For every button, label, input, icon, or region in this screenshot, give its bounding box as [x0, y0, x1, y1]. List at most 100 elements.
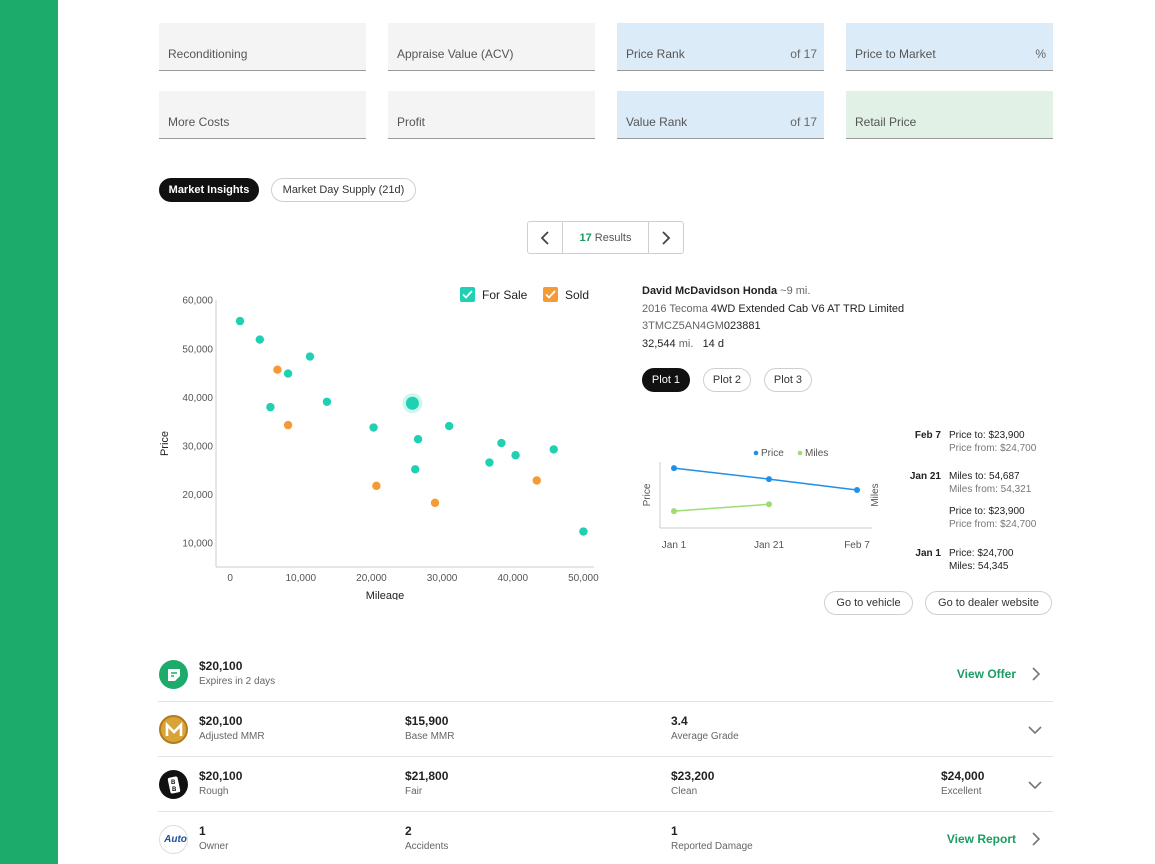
reconditioning-field[interactable]: Reconditioning — [159, 23, 366, 71]
results-number: 17 — [579, 231, 592, 244]
for-sale-point[interactable] — [549, 445, 558, 454]
appraise-value-field[interactable]: Appraise Value (ACV) — [388, 23, 595, 71]
offer-value: $20,100 — [199, 659, 243, 673]
x-tick-label: 30,000 — [427, 573, 458, 584]
legend-sold[interactable]: Sold — [543, 287, 589, 302]
price-point[interactable] — [854, 487, 860, 493]
profit-field[interactable]: Profit — [388, 91, 595, 139]
history-date: Feb 7 — [914, 430, 941, 441]
for-sale-point[interactable] — [413, 434, 423, 444]
chevron-right-icon[interactable] — [1029, 666, 1043, 682]
results-label: Results — [594, 231, 632, 244]
for-sale-point[interactable] — [235, 316, 245, 326]
plot-2-button[interactable]: Plot 2 — [703, 368, 751, 392]
base-mmr-cell: $15,900 Base MMR — [405, 714, 454, 744]
price-miles-line-chart: Jan 1 Jan 21 Feb 7 Price Miles Price Miles — [642, 448, 881, 551]
price-point[interactable] — [671, 465, 677, 472]
history-line: Price to: $23,900 — [949, 506, 1025, 517]
tab-market-day-supply[interactable]: Market Day Supply (21d) — [271, 178, 416, 202]
vin-suffix: 023881 — [723, 320, 761, 332]
selected-point[interactable] — [405, 396, 419, 410]
appraise-value-label: Appraise Value (ACV) — [397, 47, 514, 61]
value-rank-field[interactable]: Value Rank of 17 — [617, 91, 824, 139]
history-line: Price to: $23,900 — [949, 430, 1025, 441]
for-sale-point[interactable] — [411, 465, 420, 474]
sold-point[interactable] — [283, 420, 293, 430]
for-sale-point[interactable] — [485, 458, 494, 467]
average-grade-cell: 3.4 Average Grade — [671, 714, 739, 744]
adjusted-mmr-cell: $20,100 Adjusted MMR — [199, 714, 265, 744]
for-sale-point[interactable] — [255, 335, 265, 344]
prev-page-button[interactable] — [528, 222, 562, 253]
vin-prefix: 3TMCZ5AN4GM — [642, 320, 724, 332]
base-mmr-label: Base MMR — [405, 731, 455, 742]
for-sale-point[interactable] — [497, 438, 506, 448]
price-to-market-field[interactable]: Price to Market % — [846, 23, 1053, 71]
x-tick-label: 50,000 — [568, 573, 599, 584]
chevron-down-icon[interactable] — [1027, 723, 1043, 737]
x-tick-label: 20,000 — [356, 573, 387, 584]
for-sale-point[interactable] — [322, 397, 332, 406]
view-offer-link[interactable]: View Offer — [957, 667, 1016, 681]
adjusted-mmr-value: $20,100 — [199, 714, 243, 728]
history-line: Miles: 54,345 — [949, 561, 1009, 572]
for-sale-point[interactable] — [283, 369, 293, 378]
for-sale-point[interactable] — [579, 527, 588, 536]
chevron-down-icon[interactable] — [1027, 778, 1043, 792]
for-sale-point[interactable] — [511, 451, 520, 460]
fair-cell: $21,800 Fair — [405, 769, 448, 799]
sold-point[interactable] — [430, 498, 440, 508]
vehicle-miles: 32,544 — [642, 337, 676, 350]
retail-price-field[interactable]: Retail Price — [846, 91, 1053, 139]
vehicle-year-make: 2016 Tecoma — [642, 302, 708, 315]
owner-value: 1 — [199, 824, 206, 838]
y-tick-label: 20,000 — [182, 490, 213, 501]
history-subline: Price from: $24,700 — [949, 519, 1037, 530]
for-sale-point[interactable] — [305, 352, 315, 361]
legend-for-sale[interactable]: For Sale — [460, 287, 527, 302]
plot-1-button[interactable]: Plot 1 — [642, 368, 690, 392]
mmr-row: $20,100 Adjusted MMR $15,900 Base MMR 3.… — [158, 702, 1053, 757]
for-sale-point[interactable] — [444, 421, 454, 431]
tab-market-insights[interactable]: Market Insights — [159, 178, 259, 202]
svg-text:B: B — [172, 787, 177, 793]
owner-label: Owner — [199, 841, 229, 852]
days-listed: 14 d — [702, 337, 724, 350]
miles-point[interactable] — [766, 501, 772, 508]
fair-label: Fair — [405, 786, 423, 797]
go-to-dealer-website-button[interactable]: Go to dealer website — [925, 591, 1052, 615]
next-page-button[interactable] — [649, 222, 683, 253]
profit-label: Profit — [397, 115, 426, 129]
go-to-vehicle-button[interactable]: Go to vehicle — [824, 591, 913, 615]
sold-point[interactable] — [532, 476, 541, 485]
svg-text:B: B — [171, 780, 176, 786]
plot-3-button[interactable]: Plot 3 — [764, 368, 812, 392]
rough-cell: $20,100 Rough — [199, 769, 242, 799]
miles-point[interactable] — [671, 508, 677, 515]
price-rank-field[interactable]: Price Rank of 17 — [617, 23, 824, 71]
history-line: Price: $24,700 — [949, 548, 1014, 559]
y-tick-label: 60,000 — [182, 296, 213, 307]
miles-unit: mi. — [678, 337, 694, 350]
checkbox-checked-icon — [460, 287, 475, 302]
x-tick-label: Jan 1 — [662, 540, 687, 551]
more-costs-field[interactable]: More Costs — [159, 91, 366, 139]
accidents-label: Accidents — [405, 841, 449, 852]
reported-damage-value: 1 — [671, 824, 678, 838]
price-point[interactable] — [766, 476, 772, 483]
sold-point[interactable] — [372, 481, 381, 491]
miles-line — [673, 503, 770, 512]
sold-point[interactable] — [273, 365, 282, 374]
legend-miles-dot — [797, 450, 803, 456]
price-mileage-scatter-chart: 10,000 20,000 30,000 40,000 50,000 60,000 0 10,… — [159, 296, 599, 600]
x-tick-label: Jan 21 — [754, 540, 784, 551]
chevron-right-icon[interactable] — [1029, 831, 1043, 847]
price-line — [673, 467, 858, 491]
view-report-link[interactable]: View Report — [947, 832, 1016, 846]
dealer-distance: ~9 mi. — [780, 285, 811, 297]
rough-value: $20,100 — [199, 769, 243, 783]
for-sale-point[interactable] — [369, 423, 378, 432]
fair-value: $21,800 — [405, 769, 449, 783]
offer-logo-icon — [159, 660, 188, 689]
for-sale-point[interactable] — [266, 402, 275, 412]
